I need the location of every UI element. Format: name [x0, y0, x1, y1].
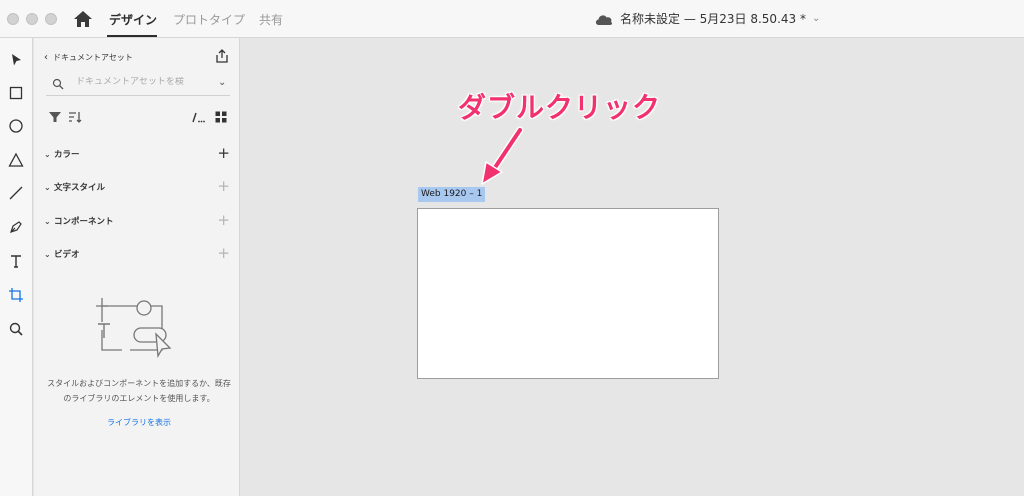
- grid-view-icon[interactable]: [214, 110, 228, 124]
- add-video-icon[interactable]: +: [217, 245, 230, 261]
- caret-down-icon: ⌄: [44, 149, 51, 159]
- window-close-button[interactable]: [7, 13, 19, 25]
- document-title: 名称未設定 — 5月23日 8.50.43 *: [620, 12, 806, 26]
- asset-filter-row: [46, 108, 230, 128]
- rectangle-tool[interactable]: [6, 83, 26, 103]
- document-title-menu[interactable]: 名称未設定 — 5月23日 8.50.43 * ⌄: [594, 10, 820, 27]
- polygon-tool[interactable]: [6, 150, 26, 170]
- caret-down-icon: ⌄: [44, 216, 51, 226]
- zoom-tool[interactable]: [6, 319, 26, 339]
- line-tool-icon: [9, 186, 23, 200]
- active-tab-indicator: [107, 35, 157, 37]
- line-tool[interactable]: [6, 183, 26, 203]
- sort-icon[interactable]: [68, 110, 82, 124]
- home-icon[interactable]: [72, 9, 94, 29]
- tab-prototype[interactable]: プロトタイプ: [173, 11, 245, 28]
- ellipse-tool[interactable]: [6, 116, 26, 136]
- tool-bar: [0, 38, 33, 496]
- section-character-styles[interactable]: ⌄ 文字スタイル +: [44, 178, 230, 196]
- tab-share[interactable]: 共有: [259, 11, 283, 28]
- select-tool[interactable]: [6, 50, 26, 70]
- search-icon: [52, 78, 64, 90]
- select-tool-icon: [12, 54, 21, 66]
- caret-down-icon: ⌄: [44, 249, 51, 259]
- artboard[interactable]: [417, 208, 719, 379]
- assets-panel-header[interactable]: ‹ ドキュメントアセット: [44, 52, 133, 63]
- search-input[interactable]: [76, 77, 206, 87]
- section-colors[interactable]: ⌄ カラー +: [44, 145, 230, 163]
- tab-design[interactable]: デザイン: [109, 11, 157, 28]
- polygon-tool-icon: [8, 152, 24, 167]
- section-components-label: コンポーネント: [54, 217, 114, 227]
- list-view-icon[interactable]: [191, 110, 205, 124]
- share-icon[interactable]: [214, 48, 230, 64]
- section-character-styles-label: 文字スタイル: [54, 183, 106, 193]
- section-components[interactable]: ⌄ コンポーネント +: [44, 212, 230, 230]
- pen-tool[interactable]: [6, 217, 26, 237]
- back-chevron-icon: ‹: [44, 52, 48, 63]
- assets-search: ⌄: [46, 74, 230, 96]
- section-videos-label: ビデオ: [54, 250, 80, 260]
- add-component-icon[interactable]: +: [217, 212, 230, 228]
- view-libraries-link[interactable]: ライブラリを表示: [44, 417, 234, 428]
- text-tool[interactable]: [6, 251, 26, 271]
- artboard-name-label[interactable]: Web 1920 – 1: [418, 187, 486, 202]
- filter-icon[interactable]: [48, 110, 62, 124]
- zoom-tool-icon: [9, 322, 23, 336]
- text-tool-icon: [11, 255, 21, 268]
- empty-assets-message: スタイルおよびコンポーネントを追加するか、既存のライブラリのエレメントを使用しま…: [47, 379, 231, 403]
- section-videos[interactable]: ⌄ ビデオ +: [44, 245, 230, 263]
- window-zoom-button[interactable]: [45, 13, 57, 25]
- search-dropdown-chevron-icon[interactable]: ⌄: [218, 77, 226, 88]
- pen-tool-icon: [10, 221, 22, 233]
- window-minimize-button[interactable]: [26, 13, 38, 25]
- cloud-icon: [595, 14, 613, 25]
- section-colors-label: カラー: [54, 150, 80, 160]
- artboard-tool[interactable]: [6, 285, 26, 305]
- rectangle-tool-icon: [9, 86, 23, 100]
- assets-panel: ‹ ドキュメントアセット ⌄ ⌄ カラー +: [34, 38, 240, 496]
- assets-panel-title: ドキュメントアセット: [53, 53, 133, 62]
- title-bar: デザイン プロトタイプ 共有 名称未設定 — 5月23日 8.50.43 * ⌄: [0, 0, 1024, 38]
- add-character-style-icon[interactable]: +: [217, 178, 230, 194]
- caret-down-icon: ⌄: [44, 182, 51, 192]
- annotation-text: ダブルクリック: [458, 91, 662, 124]
- annotation-arrow-icon: [481, 126, 524, 185]
- chevron-down-icon: ⌄: [811, 13, 821, 24]
- empty-assets-illustration: [96, 298, 172, 359]
- artboard-tool-icon: [9, 288, 23, 302]
- add-color-icon[interactable]: +: [217, 145, 230, 161]
- ellipse-tool-icon: [9, 119, 23, 133]
